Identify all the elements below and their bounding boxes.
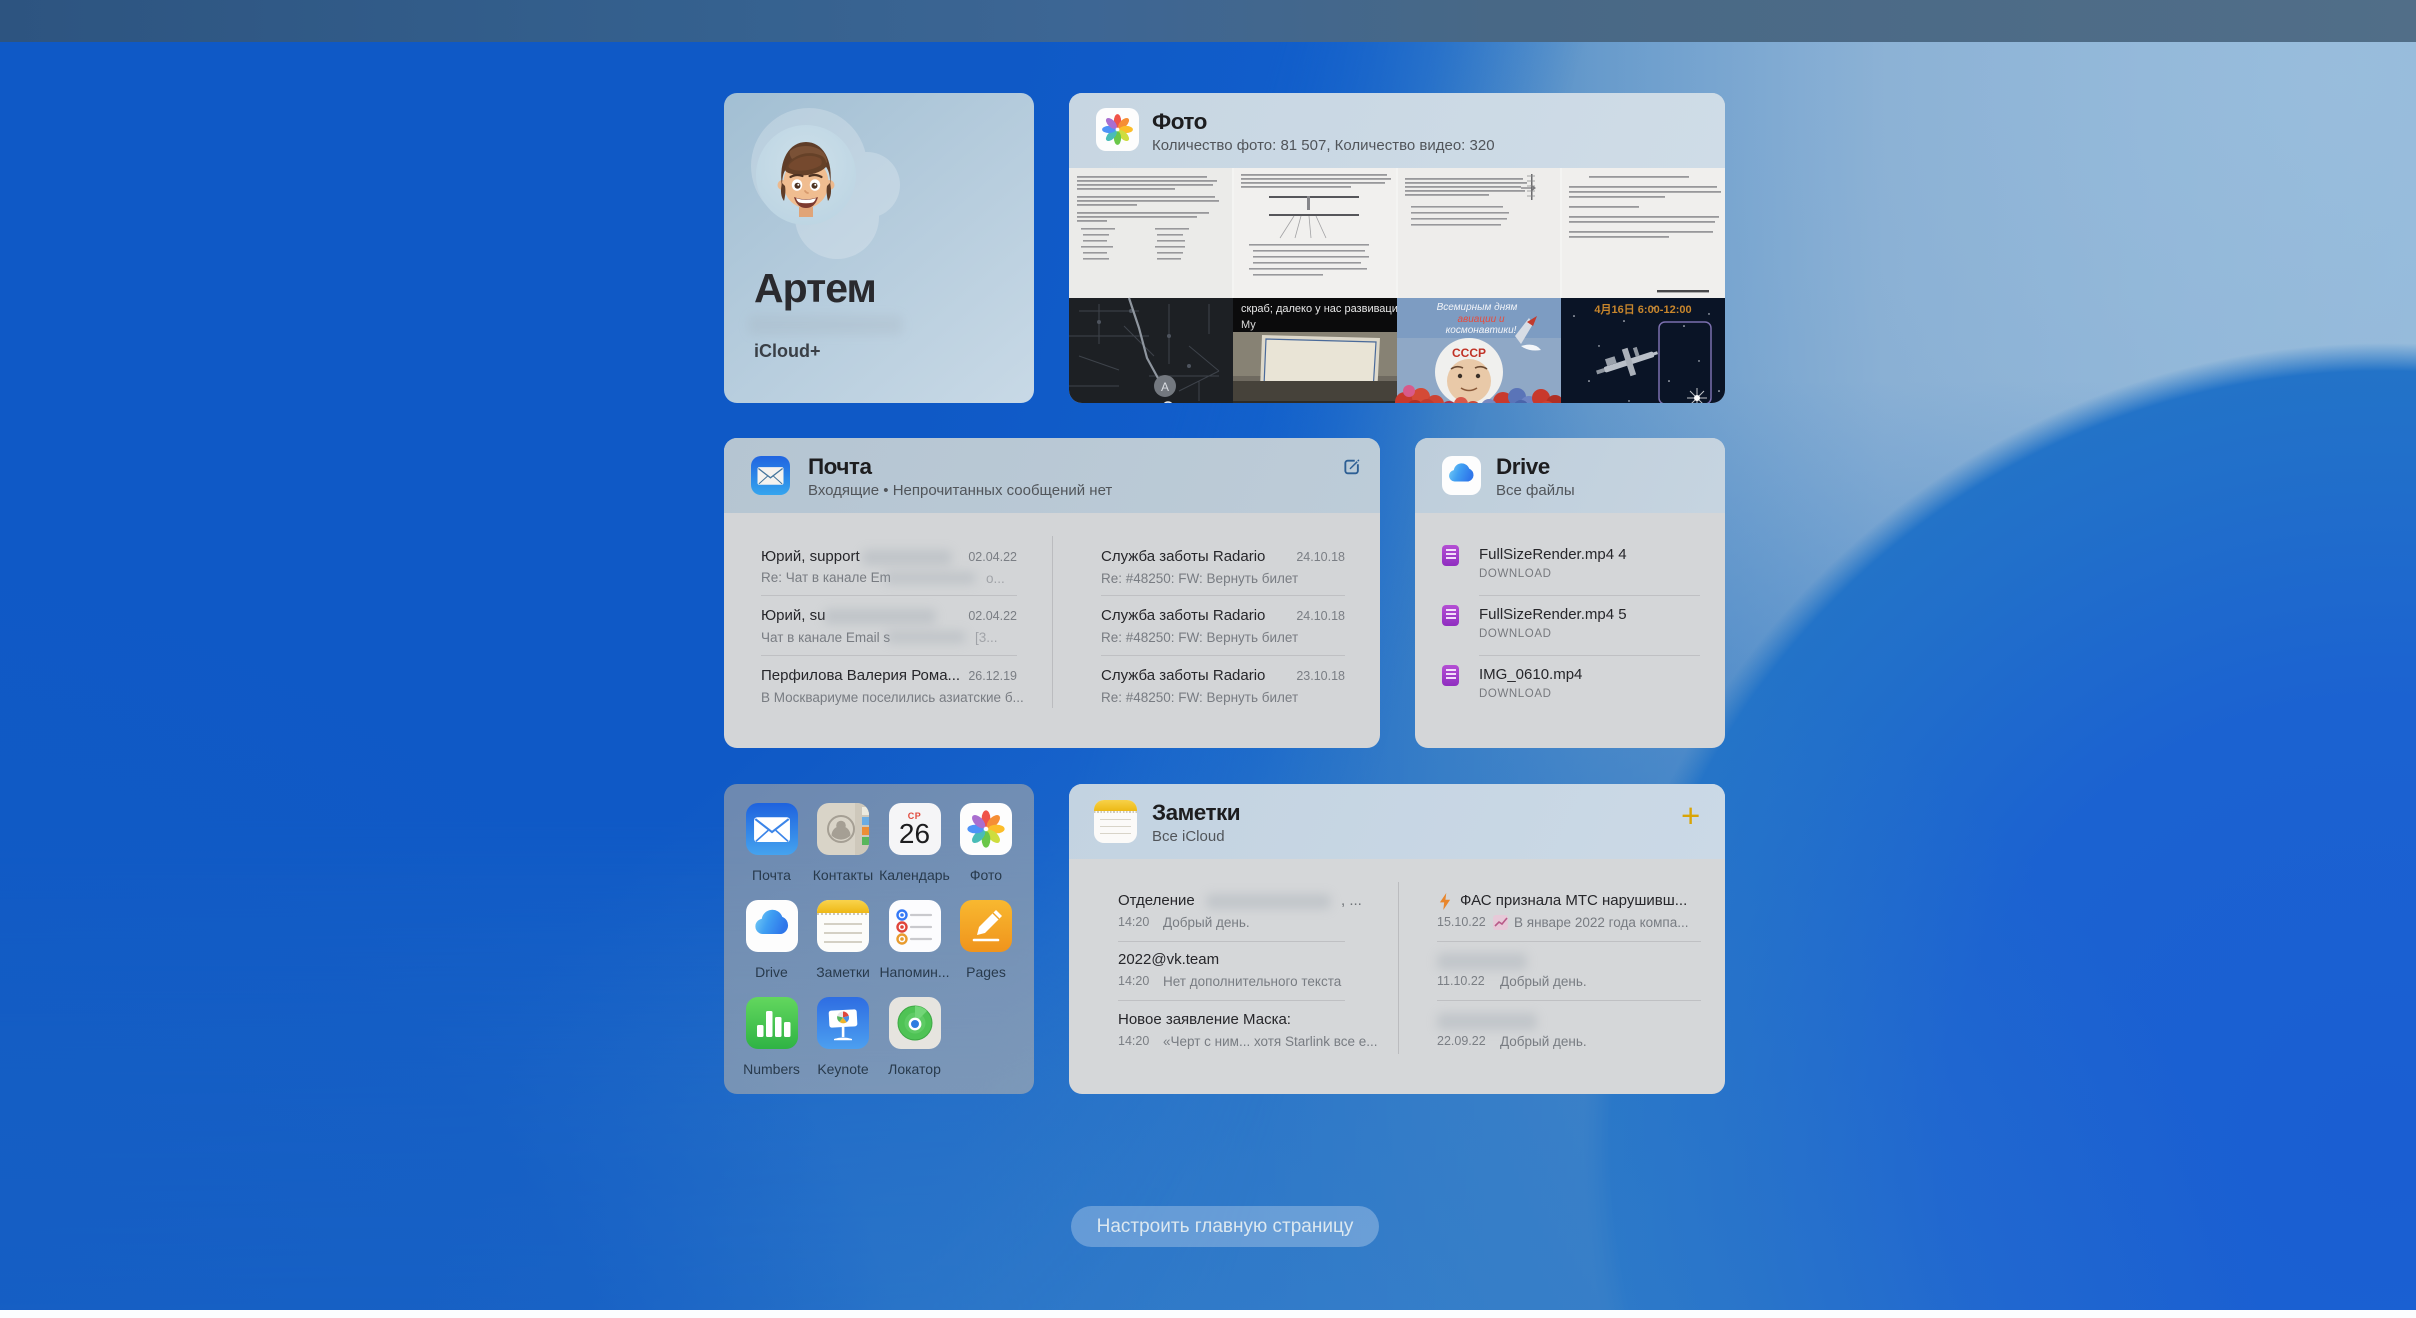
svg-text:скраб; далеко у нас развиваци.: скраб; далеко у нас развиваци. (1241, 303, 1401, 315)
svg-text:Му: Му (1241, 319, 1256, 331)
svg-text:A: A (1161, 380, 1169, 394)
svg-text:авиации и: авиации и (1457, 314, 1505, 325)
svg-text:Всемирным дням: Всемирным дням (1437, 302, 1518, 313)
svg-text:СССР: СССР (1452, 346, 1486, 360)
svg-text:4月16日 6:00-12:00: 4月16日 6:00-12:00 (1594, 303, 1691, 316)
svg-text:космонавтики!: космонавтики! (1446, 325, 1517, 336)
